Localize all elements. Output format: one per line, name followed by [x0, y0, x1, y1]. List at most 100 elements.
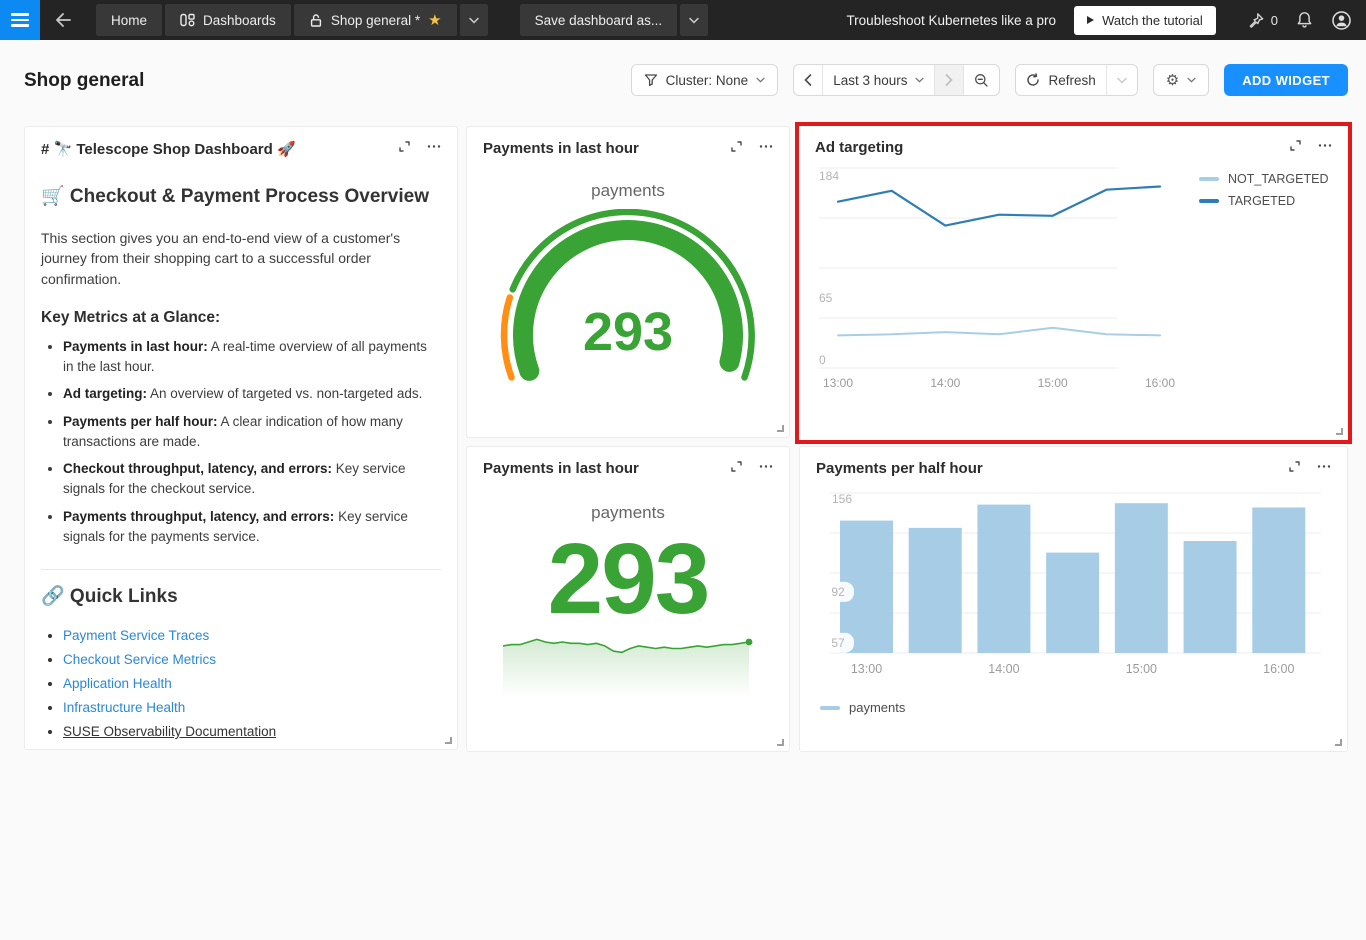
bar-chart-svg: 156925713:0014:0015:0016:00: [816, 485, 1333, 685]
resize-handle[interactable]: [445, 737, 452, 744]
big-number-metric-label: payments: [483, 503, 773, 523]
back-button[interactable]: [40, 0, 86, 40]
legend-label: payments: [849, 700, 905, 715]
widget-ad-targeting-title: Ad targeting: [815, 139, 1289, 156]
chevron-down-icon: [756, 77, 765, 83]
chevron-right-icon: [945, 74, 953, 86]
resize-handle[interactable]: [1335, 739, 1342, 746]
quick-link-item: Application Health: [63, 676, 441, 691]
legend-swatch: [1199, 177, 1219, 181]
favorite-star-icon[interactable]: ★: [428, 13, 441, 28]
refresh-icon: [1026, 73, 1040, 87]
more-menu-icon[interactable]: [759, 460, 773, 473]
tab-home[interactable]: Home: [96, 4, 162, 36]
markdown-heading: 🛒 Checkout & Payment Process Overview: [41, 184, 441, 208]
metric-list-item: Payments throughput, latency, and errors…: [63, 507, 441, 548]
svg-text:14:00: 14:00: [930, 376, 960, 390]
metrics-list: Payments in last hour: A real-time overv…: [41, 337, 441, 547]
gauge-value: 293: [488, 301, 768, 363]
time-range-label: Last 3 hours: [833, 73, 907, 88]
metric-list-item: Ad targeting: An overview of targeted vs…: [63, 384, 441, 404]
resize-handle[interactable]: [777, 739, 784, 746]
add-widget-button[interactable]: ADD WIDGET: [1224, 64, 1348, 96]
back-arrow-icon: [55, 13, 71, 27]
selection-highlight: Ad targeting 18465013:0014:0015:0016:00 …: [795, 122, 1352, 444]
widget-gauge-title: Payments in last hour: [483, 140, 730, 157]
more-menu-icon[interactable]: [427, 140, 441, 153]
legend-item[interactable]: NOT_TARGETED: [1199, 172, 1328, 186]
markdown-intro: This section gives you an end-to-end vie…: [41, 228, 441, 289]
widget-gauge-header: Payments in last hour: [483, 140, 773, 157]
tab-dashboards-label: Dashboards: [203, 13, 276, 28]
bar-chart-legend: payments: [820, 700, 1331, 715]
watch-tutorial-label: Watch the tutorial: [1102, 13, 1203, 28]
widget-ad-targeting: Ad targeting 18465013:0014:0015:0016:00 …: [799, 126, 1348, 440]
quick-link[interactable]: Payment Service Traces: [63, 628, 209, 643]
legend-swatch: [820, 706, 840, 710]
quick-link-item: Infrastructure Health: [63, 700, 441, 715]
user-avatar[interactable]: [1331, 10, 1352, 31]
expand-icon[interactable]: [398, 140, 411, 153]
cluster-filter-button[interactable]: Cluster: None: [631, 64, 779, 96]
settings-button[interactable]: ⚙: [1153, 64, 1209, 96]
markdown-metrics-heading: Key Metrics at a Glance:: [41, 309, 441, 327]
time-range-group: Last 3 hours: [793, 64, 1000, 96]
more-menu-icon[interactable]: [1318, 139, 1332, 152]
svg-text:15:00: 15:00: [1038, 376, 1068, 390]
quick-link[interactable]: SUSE Observability Documentation: [63, 724, 276, 739]
expand-icon[interactable]: [730, 460, 743, 473]
resize-handle[interactable]: [1336, 428, 1343, 435]
sparkline-chart: [499, 633, 757, 704]
pin-count: 0: [1271, 13, 1278, 28]
widget-bar-chart-title: Payments per half hour: [816, 460, 1288, 477]
more-menu-icon[interactable]: [1317, 460, 1331, 473]
toolbar: Cluster: None Last 3 hours: [631, 64, 1348, 96]
save-dashboard-as-button[interactable]: Save dashboard as...: [520, 4, 678, 36]
zoom-out-icon: [974, 73, 989, 88]
expand-icon[interactable]: [1289, 139, 1302, 152]
quick-link[interactable]: Infrastructure Health: [63, 700, 185, 715]
refresh-dropdown[interactable]: [1106, 65, 1137, 95]
svg-text:0: 0: [819, 353, 826, 367]
save-dashboard-dropdown[interactable]: [680, 4, 708, 36]
refresh-button[interactable]: Refresh: [1016, 65, 1105, 95]
quick-link[interactable]: Checkout Service Metrics: [63, 652, 216, 667]
time-range-selector[interactable]: Last 3 hours: [822, 65, 934, 95]
time-forward-button[interactable]: [934, 65, 963, 95]
ad-targeting-legend: NOT_TARGETED TARGETED: [1185, 156, 1328, 398]
time-back-button[interactable]: [794, 65, 822, 95]
expand-icon[interactable]: [730, 140, 743, 153]
chevron-down-icon: [1187, 77, 1196, 83]
hamburger-menu-button[interactable]: [0, 0, 40, 40]
widget-markdown-title: # 🔭 Telescope Shop Dashboard 🚀: [41, 140, 398, 158]
quick-link[interactable]: Application Health: [63, 676, 172, 691]
widget-markdown-header: # 🔭 Telescope Shop Dashboard 🚀: [41, 140, 441, 158]
filter-icon: [644, 73, 658, 87]
tab-current-dashboard[interactable]: Shop general * ★: [294, 4, 457, 36]
more-menu-icon[interactable]: [759, 140, 773, 153]
tab-dashboards[interactable]: Dashboards: [165, 4, 291, 36]
legend-item[interactable]: TARGETED: [1199, 194, 1328, 208]
tab-home-label: Home: [111, 13, 147, 28]
tab-current-dashboard-label: Shop general *: [331, 13, 420, 28]
markdown-content: 🛒 Checkout & Payment Process Overview Th…: [41, 158, 441, 739]
widget-big-number: Payments in last hour payments 293: [466, 446, 790, 752]
pinned-items-button[interactable]: 0: [1248, 12, 1278, 29]
chevron-down-icon: [469, 17, 479, 24]
zoom-out-time-button[interactable]: [963, 65, 999, 95]
refresh-group: Refresh: [1015, 64, 1137, 96]
widget-big-number-title: Payments in last hour: [483, 460, 730, 477]
svg-text:156: 156: [832, 492, 852, 506]
watch-tutorial-button[interactable]: Watch the tutorial: [1074, 6, 1216, 35]
notifications-button[interactable]: [1296, 11, 1313, 29]
expand-icon[interactable]: [1288, 460, 1301, 473]
gauge-chart: 293: [488, 209, 768, 389]
chevron-left-icon: [804, 74, 812, 86]
big-number-value: 293: [483, 529, 773, 629]
widget-bar-chart-header: Payments per half hour: [816, 460, 1331, 477]
resize-handle[interactable]: [777, 425, 784, 432]
topbar-right: Troubleshoot Kubernetes like a pro Watch…: [846, 6, 1366, 35]
dashboard-tab-dropdown[interactable]: [460, 4, 488, 36]
quick-link-item: Checkout Service Metrics: [63, 652, 441, 667]
svg-text:14:00: 14:00: [988, 662, 1019, 676]
